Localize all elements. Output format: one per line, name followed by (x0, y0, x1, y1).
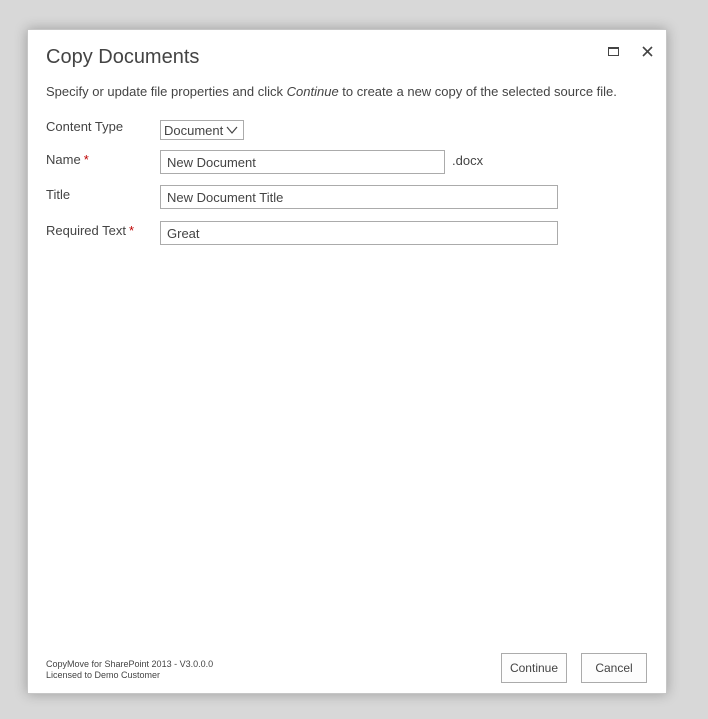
continue-button[interactable]: Continue (501, 653, 567, 683)
required-text-row: Required Text * (46, 221, 646, 245)
title-input[interactable] (160, 185, 558, 209)
footer-info: CopyMove for SharePoint 2013 - V3.0.0.0 … (46, 659, 213, 681)
required-text-required-marker: * (128, 223, 135, 238)
chevron-down-icon (226, 126, 238, 134)
content-type-row: Content Type Document (46, 118, 646, 142)
maximize-button[interactable] (604, 42, 622, 60)
title-label: Title (46, 187, 71, 202)
required-text-label-text: Required Text (46, 223, 126, 238)
content-type-selected-value: Document (164, 122, 224, 138)
cancel-button[interactable]: Cancel (581, 653, 647, 683)
product-version-text: CopyMove for SharePoint 2013 - V3.0.0.0 (46, 659, 214, 669)
required-text-input[interactable] (160, 221, 558, 245)
name-input[interactable] (160, 150, 445, 174)
instructions-text: Specify or update file properties and cl… (46, 84, 617, 99)
content-type-select[interactable]: Document (160, 120, 244, 140)
file-extension: .docx (452, 153, 484, 168)
copy-documents-dialog: Copy Documents Specify or update file pr… (27, 29, 667, 694)
close-icon (641, 45, 653, 57)
dialog-title: Copy Documents (46, 46, 200, 68)
content-type-label: Content Type (46, 119, 124, 134)
close-button[interactable] (638, 42, 656, 60)
required-text-label: Required Text * (46, 223, 134, 238)
instructions-emphasis: Continue (286, 84, 339, 99)
name-row: Name* .docx (46, 150, 646, 174)
instructions-prefix: Specify or update file properties and cl… (46, 84, 287, 99)
instructions-suffix: to create a new copy of the selected sou… (338, 84, 617, 99)
maximize-icon (607, 46, 619, 56)
license-text: Licensed to Demo Customer (46, 670, 161, 680)
title-row: Title (46, 185, 646, 209)
name-label: Name * (46, 152, 89, 167)
name-required-marker: * (83, 152, 89, 167)
name-label-text: Name (46, 152, 81, 167)
